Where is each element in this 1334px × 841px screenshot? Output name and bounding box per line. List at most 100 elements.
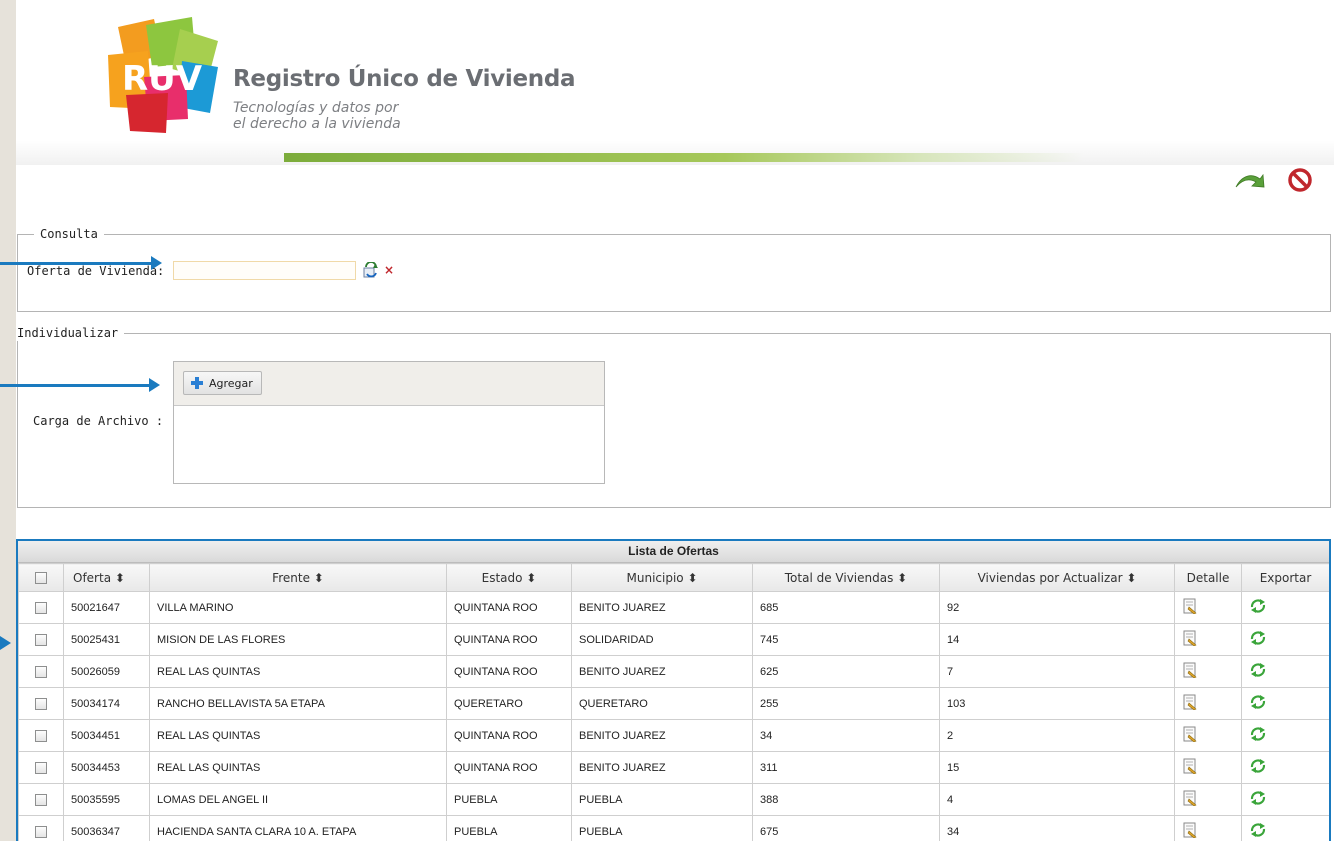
cell-frente: HACIENDA SANTA CLARA 10 A. ETAPA [149,815,447,841]
header-municipio[interactable]: Municipio ⬍ [571,563,753,592]
cell-municipio: BENITO JUAREZ [571,719,753,752]
header-exportar: Exportar [1241,563,1329,592]
cancel-icon[interactable] [1288,168,1312,192]
header-detalle: Detalle [1174,563,1242,592]
oferta-vivienda-input[interactable] [173,261,356,280]
consulta-fieldset: Consulta Oferta de Vivienda: × [17,226,1331,312]
cell-total-viviendas: 685 [752,591,940,624]
table-row: 50034453 REAL LAS QUINTAS QUINTANA ROO BENI… [18,751,1329,784]
clear-icon[interactable]: × [384,263,394,277]
cell-oferta: 50021647 [63,591,150,624]
table-row: 50035595 LOMAS DEL ANGEL II PUEBLA PUEBLA 38… [18,783,1329,816]
detalle-icon[interactable] [1182,822,1198,841]
cell-viviendas-por-actualizar: 2 [939,719,1175,752]
cell-oferta: 50034174 [63,687,150,720]
cell-municipio: QUERETARO [571,687,753,720]
cell-estado: QUINTANA ROO [446,655,572,688]
cell-estado: QUINTANA ROO [446,719,572,752]
detalle-cell [1174,655,1242,688]
cell-viviendas-por-actualizar: 7 [939,655,1175,688]
row-checkbox[interactable] [35,633,47,646]
table-row: 50034451 REAL LAS QUINTAS QUINTANA ROO BENI… [18,719,1329,752]
row-checkbox[interactable] [35,825,47,838]
cell-total-viviendas: 255 [752,687,940,720]
row-checkbox-cell [18,655,64,688]
export-icon[interactable] [1249,598,1267,617]
exportar-cell [1241,815,1329,841]
cell-total-viviendas: 34 [752,719,940,752]
detalle-icon[interactable] [1182,598,1198,617]
table-row: 50036347 HACIENDA SANTA CLARA 10 A. ETAPA… [18,815,1329,841]
cell-municipio: SOLIDARIDAD [571,623,753,656]
ofertas-table-panel: Lista de Ofertas Oferta ⬍ Frente ⬍ Estad… [16,539,1331,841]
row-checkbox-cell [18,623,64,656]
row-checkbox[interactable] [35,729,47,742]
detalle-icon[interactable] [1182,790,1198,809]
row-checkbox-cell [18,719,64,752]
detalle-icon[interactable] [1182,662,1198,681]
header: RUV Registro Único de Vivienda Tecnologí… [16,0,1334,165]
header-estado[interactable]: Estado ⬍ [446,563,572,592]
detalle-cell [1174,623,1242,656]
row-checkbox[interactable] [35,665,47,678]
cell-municipio: BENITO JUAREZ [571,591,753,624]
page-frame: RUV Registro Único de Vivienda Tecnologí… [16,0,1334,841]
table-row: 50034174 RANCHO BELLAVISTA 5A ETAPA QUERET… [18,687,1329,720]
file-upload-panel[interactable]: Agregar [173,361,605,484]
cell-estado: QUINTANA ROO [446,623,572,656]
table-row: 50026059 REAL LAS QUINTAS QUINTANA ROO BENI… [18,655,1329,688]
cell-viviendas-por-actualizar: 4 [939,783,1175,816]
exportar-cell [1241,719,1329,752]
export-icon[interactable] [1249,726,1267,745]
cell-viviendas-por-actualizar: 92 [939,591,1175,624]
row-checkbox-cell [18,783,64,816]
header-viviendas-por-actualizar[interactable]: Viviendas por Actualizar ⬍ [939,563,1175,592]
carga-archivo-label: Carga de Archivo : [33,414,164,428]
cell-oferta: 50034453 [63,751,150,784]
svg-text:RUV: RUV [122,59,203,99]
header-total-viviendas[interactable]: Total de Viviendas ⬍ [752,563,940,592]
export-icon[interactable] [1249,662,1267,681]
exportar-cell [1241,655,1329,688]
row-checkbox[interactable] [35,697,47,710]
cell-oferta: 50034451 [63,719,150,752]
exportar-cell [1241,687,1329,720]
cell-estado: PUEBLA [446,815,572,841]
select-all-header [18,563,64,592]
row-checkbox-cell [18,751,64,784]
detalle-icon[interactable] [1182,694,1198,713]
exportar-cell [1241,623,1329,656]
detalle-cell [1174,815,1242,841]
agregar-button-label: Agregar [209,376,253,390]
cell-frente: LOMAS DEL ANGEL II [149,783,447,816]
header-frente[interactable]: Frente ⬍ [149,563,447,592]
cell-frente: MISION DE LAS FLORES [149,623,447,656]
detalle-icon[interactable] [1182,758,1198,777]
row-checkbox[interactable] [35,761,47,774]
header-oferta[interactable]: Oferta ⬍ [63,563,150,592]
cell-total-viviendas: 675 [752,815,940,841]
back-arrow-icon[interactable] [1234,167,1266,191]
export-icon[interactable] [1249,694,1267,713]
row-checkbox[interactable] [35,601,47,614]
select-all-checkbox[interactable] [35,572,47,584]
agregar-button[interactable]: Agregar [183,371,262,395]
table-body: 50021647 VILLA MARINO QUINTANA ROO BENITO J… [18,591,1329,841]
export-icon[interactable] [1249,790,1267,809]
search-refresh-icon[interactable] [363,262,379,278]
export-icon[interactable] [1249,822,1267,841]
export-icon[interactable] [1249,630,1267,649]
cell-municipio: BENITO JUAREZ [571,751,753,784]
file-upload-toolbar: Agregar [174,362,604,406]
cell-viviendas-por-actualizar: 15 [939,751,1175,784]
detalle-cell [1174,591,1242,624]
row-checkbox[interactable] [35,793,47,806]
row-checkbox-cell [18,591,64,624]
detalle-icon[interactable] [1182,726,1198,745]
cell-frente: REAL LAS QUINTAS [149,655,447,688]
cell-viviendas-por-actualizar: 103 [939,687,1175,720]
export-icon[interactable] [1249,758,1267,777]
detalle-icon[interactable] [1182,630,1198,649]
table-header-row: Oferta ⬍ Frente ⬍ Estado ⬍ Municipio ⬍ T… [18,563,1329,592]
brand-tagline-line2: el derecho a la vivienda [233,116,401,132]
